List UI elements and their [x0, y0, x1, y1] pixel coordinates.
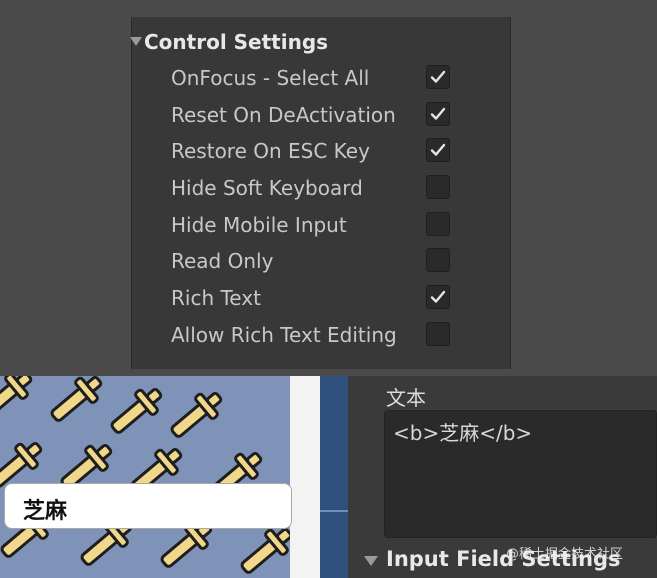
text-field-input[interactable]: <b>芝麻</b> — [384, 410, 657, 538]
sword-icon — [230, 522, 290, 578]
control-settings-panel: Control Settings OnFocus - Select All Res… — [130, 17, 511, 369]
setting-checkbox[interactable] — [426, 65, 450, 89]
setting-row: Hide Mobile Input — [132, 208, 510, 245]
control-settings-header[interactable]: Control Settings — [130, 27, 510, 57]
text-field-value: <b>芝麻</b> — [393, 421, 533, 445]
setting-label: OnFocus - Select All — [171, 66, 370, 90]
scene-border — [290, 376, 320, 578]
checkmark-icon — [430, 70, 446, 83]
watermark: @稀土掘金技术社区 — [506, 547, 624, 562]
checkmark-icon — [430, 144, 446, 157]
setting-row: OnFocus - Select All — [132, 61, 510, 98]
setting-checkbox[interactable] — [426, 248, 450, 273]
setting-row: Hide Soft Keyboard — [132, 171, 510, 208]
text-field-label: 文本 — [386, 386, 426, 410]
settings-list: OnFocus - Select All Reset On DeActivatio… — [132, 61, 510, 355]
setting-row: Restore On ESC Key — [132, 134, 510, 171]
setting-label: Hide Soft Keyboard — [171, 176, 363, 201]
checkmark-icon — [430, 290, 446, 303]
setting-label: Rich Text — [171, 286, 261, 311]
foldout-arrow-icon[interactable] — [364, 556, 378, 566]
section-title: Control Settings — [144, 30, 329, 54]
setting-label: Reset On DeActivation — [171, 102, 396, 127]
game-view[interactable] — [0, 376, 290, 578]
setting-checkbox[interactable] — [426, 175, 450, 200]
setting-label: Hide Mobile Input — [171, 212, 347, 237]
game-input-text: 芝麻 — [23, 498, 68, 524]
setting-row: Reset On DeActivation — [132, 98, 510, 135]
setting-label: Read Only — [171, 249, 274, 274]
setting-checkbox[interactable] — [426, 101, 450, 126]
checkmark-icon — [430, 107, 446, 120]
setting-row: Allow Rich Text Editing — [132, 318, 510, 355]
setting-row: Rich Text — [132, 281, 510, 318]
setting-checkbox[interactable] — [426, 211, 450, 236]
panel-divider — [320, 376, 348, 578]
setting-checkbox[interactable] — [426, 321, 450, 346]
setting-checkbox[interactable] — [426, 138, 450, 163]
game-input-field[interactable]: 芝麻 — [4, 483, 292, 529]
setting-checkbox[interactable] — [426, 285, 450, 310]
sword-icon — [160, 386, 230, 450]
setting-row: Read Only — [132, 244, 510, 281]
sword-icon — [0, 376, 40, 430]
setting-label: Allow Rich Text Editing — [171, 322, 397, 347]
setting-label: Restore On ESC Key — [171, 139, 370, 164]
foldout-arrow-icon[interactable] — [130, 37, 142, 46]
